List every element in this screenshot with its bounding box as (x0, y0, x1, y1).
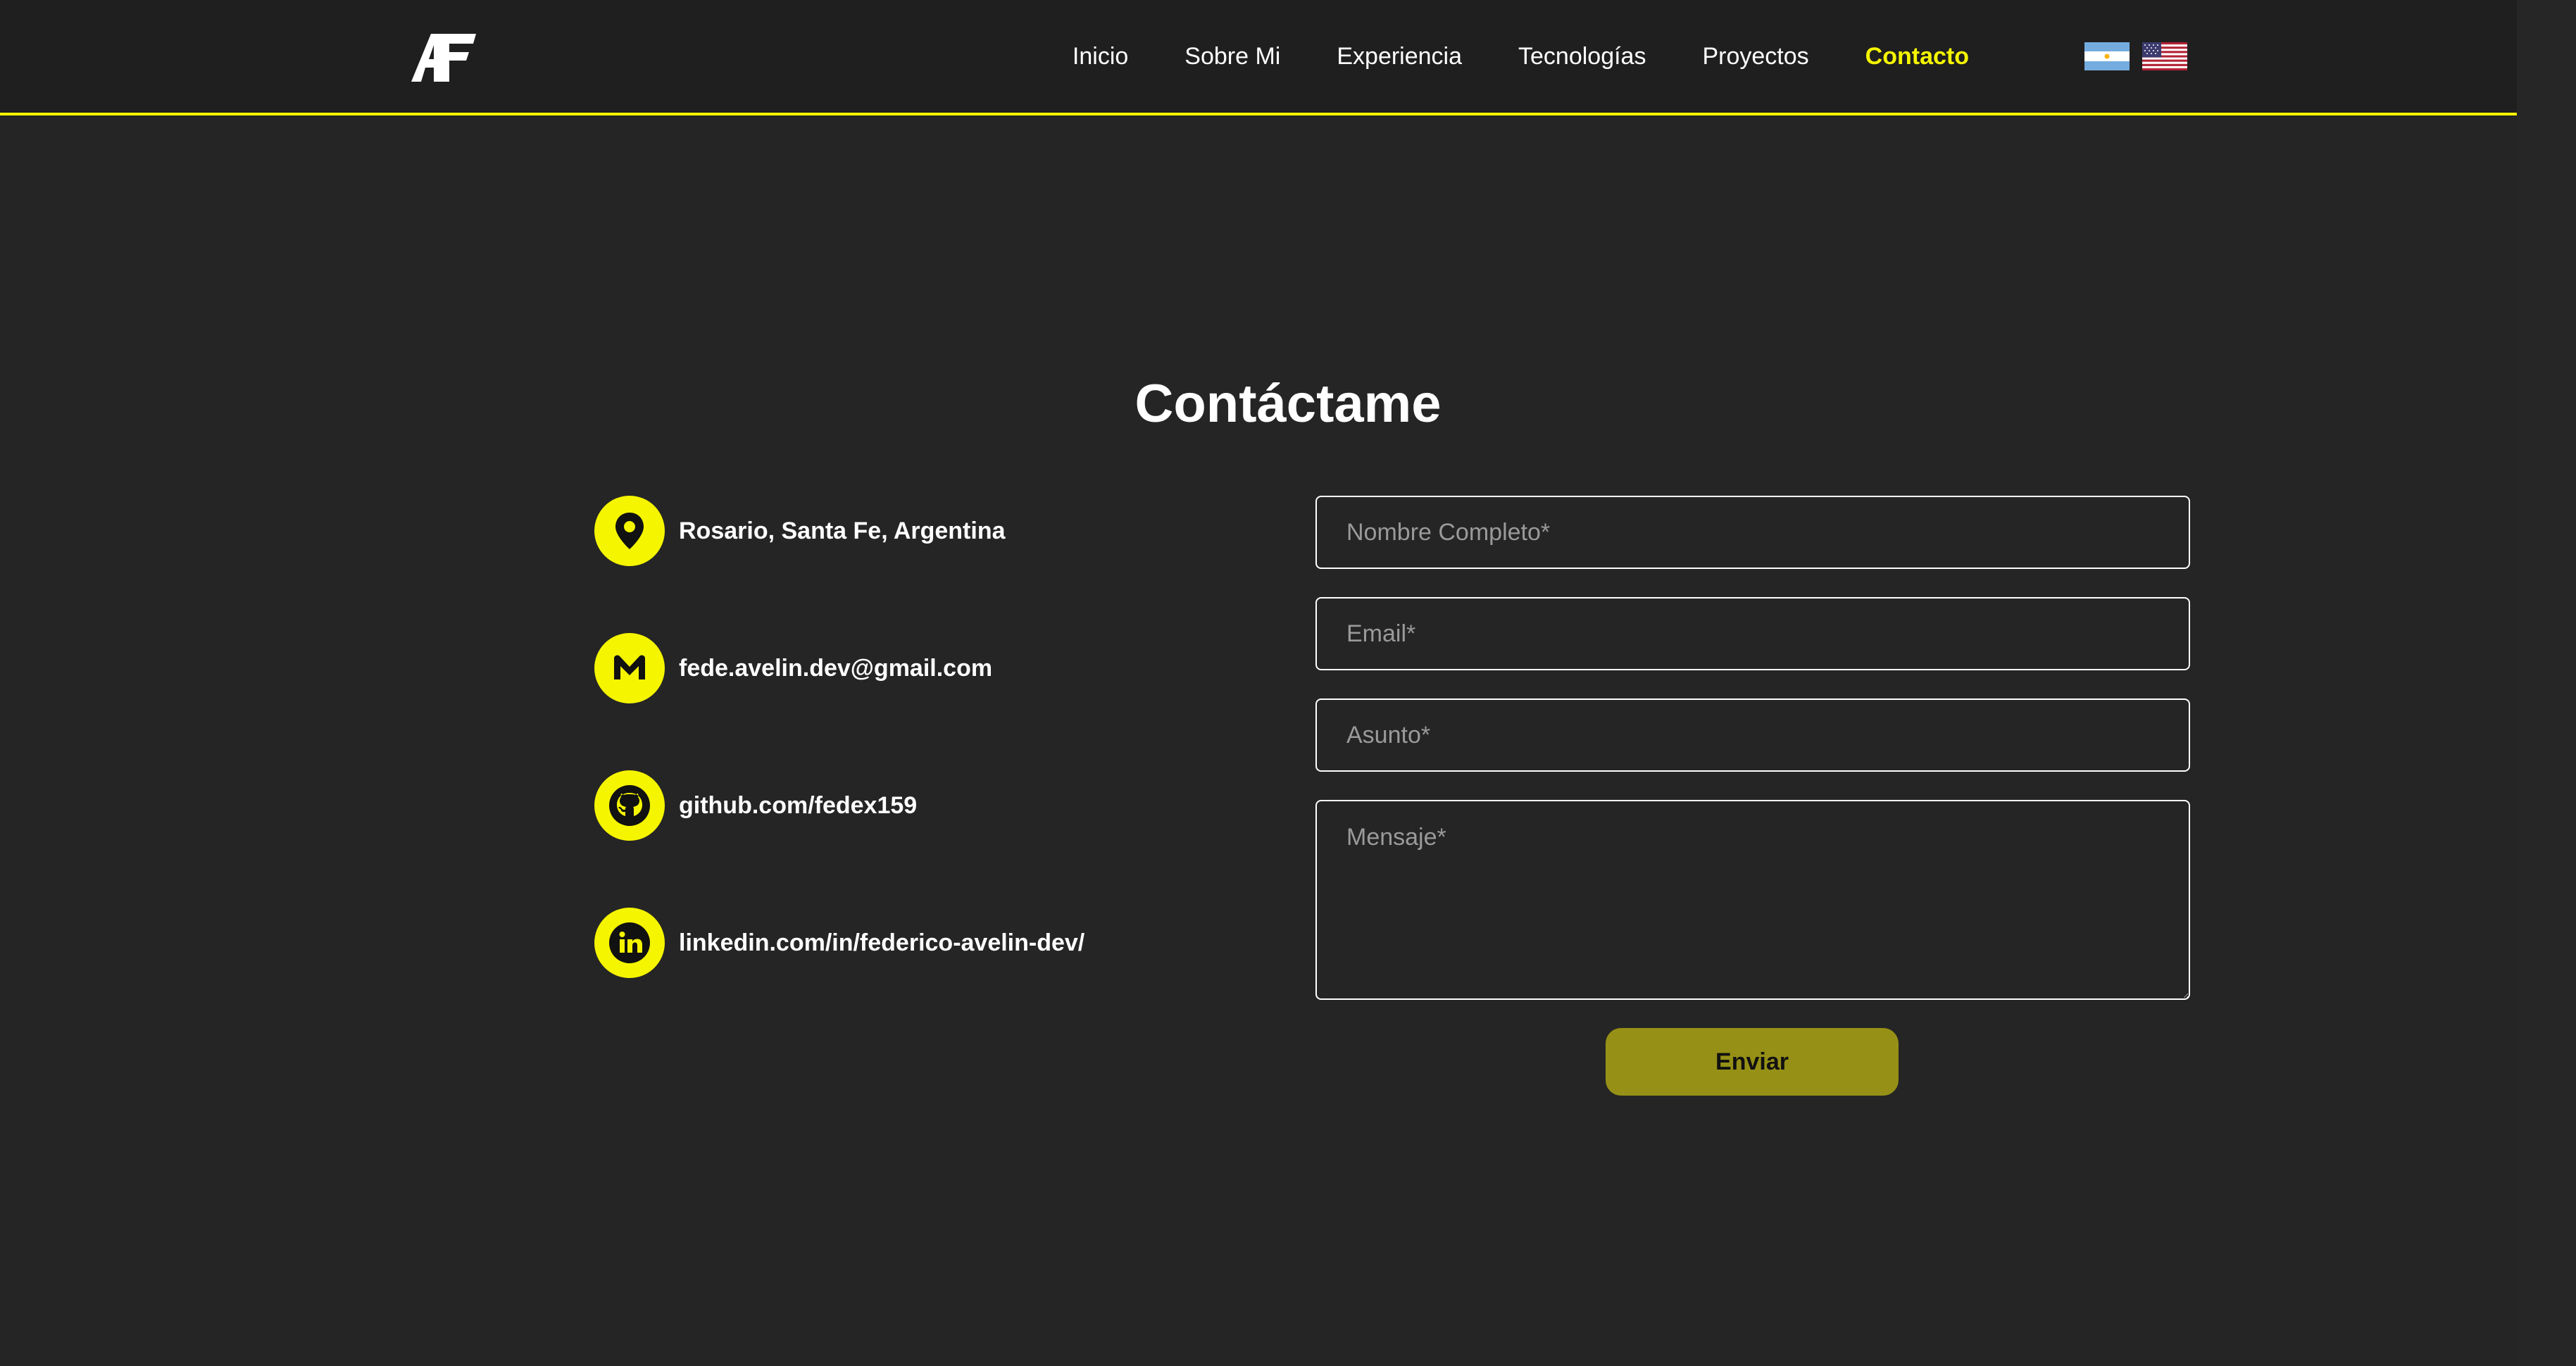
nav-link-sobre-mi[interactable]: Sobre Mi (1184, 43, 1280, 70)
af-logo[interactable] (410, 30, 477, 83)
send-button[interactable]: Enviar (1606, 1028, 1899, 1096)
contact-item-github[interactable]: github.com/fedex159 (594, 770, 1228, 841)
contact-item-email[interactable]: fede.avelin.dev@gmail.com (594, 633, 1228, 703)
contact-item-location[interactable]: Rosario, Santa Fe, Argentina (594, 496, 1228, 566)
navbar: Inicio Sobre Mi Experiencia Tecnologías … (0, 0, 2517, 115)
nav-link-experiencia[interactable]: Experiencia (1337, 43, 1462, 70)
language-switcher (2084, 42, 2187, 70)
scrollbar[interactable] (2517, 0, 2576, 1366)
usa-flag-icon[interactable] (2142, 42, 2187, 70)
contact-item-linkedin[interactable]: linkedin.com/in/federico-avelin-dev/ (594, 908, 1228, 978)
nav-link-contacto[interactable]: Contacto (1865, 43, 1969, 70)
github-text: github.com/fedex159 (679, 791, 918, 819)
contact-title: Contáctame (1134, 374, 1442, 434)
location-text: Rosario, Santa Fe, Argentina (679, 517, 1006, 544)
full-name-input[interactable] (1315, 496, 2190, 569)
gmail-icon (594, 633, 665, 703)
email-text: fede.avelin.dev@gmail.com (679, 654, 993, 682)
github-icon (594, 770, 665, 841)
contact-form: Enviar (1315, 496, 2190, 1096)
nav-link-inicio[interactable]: Inicio (1073, 43, 1128, 70)
argentina-flag-icon[interactable] (2084, 42, 2130, 70)
location-pin-icon (594, 496, 665, 566)
message-textarea[interactable] (1315, 800, 2190, 1000)
linkedin-text: linkedin.com/in/federico-avelin-dev/ (679, 929, 1085, 956)
nav-link-tecnologias[interactable]: Tecnologías (1518, 43, 1646, 70)
nav-link-proyectos[interactable]: Proyectos (1702, 43, 1808, 70)
subject-input[interactable] (1315, 698, 2190, 772)
linkedin-icon (594, 908, 665, 978)
nav-links: Inicio Sobre Mi Experiencia Tecnologías … (1016, 0, 1969, 113)
contact-info-list: Rosario, Santa Fe, Argentina fede.avelin… (594, 496, 1228, 1045)
email-input[interactable] (1315, 597, 2190, 670)
